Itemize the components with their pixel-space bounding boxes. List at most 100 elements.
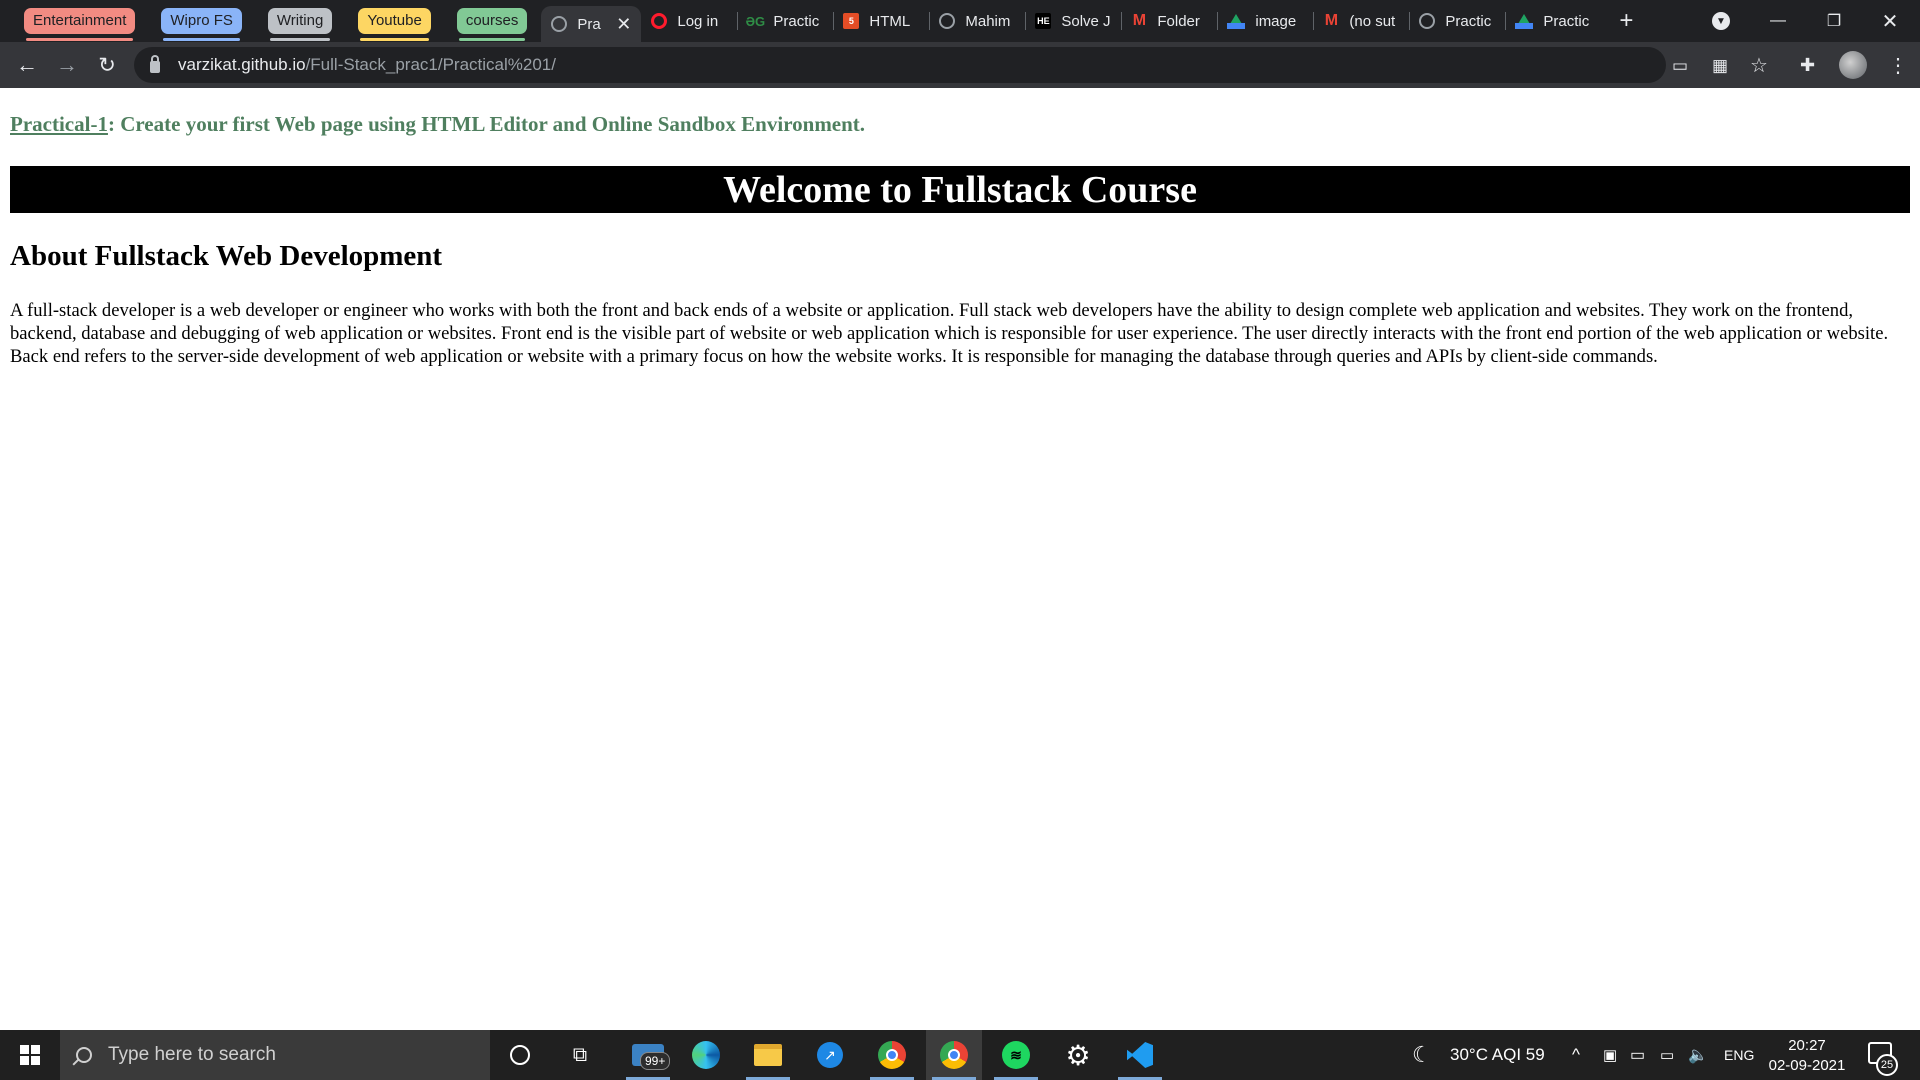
browser-toolbar: ← → ↻ varzikat.github.io/Full-Stack_prac… bbox=[0, 42, 1920, 88]
extensions-icon[interactable]: ✚ bbox=[1800, 42, 1815, 88]
notification-count: 25 bbox=[1876, 1054, 1898, 1076]
tab-solve[interactable]: HE Solve J bbox=[1025, 0, 1121, 42]
file-explorer-app[interactable] bbox=[740, 1030, 796, 1080]
meet-now-icon[interactable]: ▣ bbox=[1603, 1030, 1617, 1080]
globe-icon bbox=[939, 13, 956, 29]
practical-link[interactable]: Practical-1 bbox=[10, 112, 108, 136]
compass-icon: ↗ bbox=[817, 1042, 843, 1068]
page-content: Practical-1: Create your first Web page … bbox=[0, 88, 1920, 1030]
tab-no-subject[interactable]: M (no sut bbox=[1313, 0, 1409, 42]
about-heading: About Fullstack Web Development bbox=[10, 240, 443, 272]
practical-heading: Practical-1: Create your first Web page … bbox=[10, 112, 865, 137]
tab-label: (no sut bbox=[1349, 12, 1396, 30]
tab-image[interactable]: image bbox=[1217, 0, 1313, 42]
google-drive-icon bbox=[1227, 13, 1246, 29]
cortana-button[interactable] bbox=[492, 1030, 548, 1080]
chrome-profile-app[interactable] bbox=[864, 1030, 920, 1080]
google-drive-icon bbox=[1515, 13, 1534, 29]
volume-icon[interactable]: 🔈 bbox=[1688, 1030, 1708, 1080]
tab-label: Mahim bbox=[965, 12, 1011, 30]
tab-practical-2[interactable]: Practic bbox=[1409, 0, 1505, 42]
close-icon[interactable]: ✕ bbox=[616, 14, 631, 35]
weather-icon[interactable]: ☾ bbox=[1412, 1030, 1432, 1080]
cast-icon[interactable]: ▭ bbox=[1672, 56, 1688, 76]
cortana-icon bbox=[510, 1045, 530, 1065]
network-icon[interactable]: ▭ bbox=[1630, 1030, 1645, 1080]
bookmark-star-icon[interactable]: ☆ bbox=[1750, 53, 1768, 78]
mail-app[interactable]: 99+ bbox=[620, 1030, 676, 1080]
tab-label: Practic bbox=[1543, 12, 1590, 30]
reload-button[interactable]: ↻ bbox=[87, 53, 127, 78]
spotify-icon: ≋ bbox=[1002, 1041, 1030, 1069]
qr-code-icon[interactable]: ▦ bbox=[1712, 56, 1728, 76]
vscode-icon bbox=[1127, 1042, 1153, 1068]
tab-label: HTML bbox=[869, 12, 911, 30]
task-view-button[interactable]: ⧉ bbox=[552, 1030, 608, 1080]
edge-icon bbox=[692, 1041, 720, 1069]
search-icon bbox=[76, 1047, 92, 1063]
clock-time: 20:27 bbox=[1788, 1037, 1826, 1054]
edge-app[interactable] bbox=[678, 1030, 734, 1080]
page-title: Welcome to Fullstack Course bbox=[10, 166, 1910, 213]
tab-group-writing[interactable]: Writing bbox=[267, 8, 333, 41]
taskbar-search[interactable]: Type here to search bbox=[60, 1030, 490, 1080]
tab-practical-gfg[interactable]: ƏG Practic bbox=[737, 0, 833, 42]
url-host: varzikat.github.io bbox=[178, 55, 306, 74]
weather-text: 30°C AQI 59 bbox=[1450, 1045, 1545, 1064]
globe-icon bbox=[1419, 13, 1436, 29]
system-clock[interactable]: 20:27 02-09-2021 bbox=[1762, 1036, 1852, 1076]
tab-label: Log in bbox=[677, 12, 719, 30]
tab-active-practical[interactable]: Pra ✕ bbox=[541, 6, 642, 42]
start-button[interactable] bbox=[0, 1030, 60, 1080]
tab-folder[interactable]: M Folder bbox=[1121, 0, 1217, 42]
globe-icon bbox=[551, 16, 568, 32]
lock-icon[interactable] bbox=[150, 55, 160, 73]
tab-strip: Entertainment Wipro FS Writing Youtube c… bbox=[0, 0, 1920, 42]
url-text[interactable]: varzikat.github.io/Full-Stack_prac1/Prac… bbox=[178, 55, 556, 75]
battery-icon[interactable]: ▭ bbox=[1660, 1030, 1674, 1080]
about-paragraph: A full-stack developer is a web develope… bbox=[10, 300, 1889, 367]
opera-icon bbox=[651, 13, 668, 29]
windows-logo-icon bbox=[20, 1045, 40, 1065]
new-tab-button[interactable]: + bbox=[1619, 7, 1633, 35]
chrome-icon bbox=[940, 1041, 968, 1069]
forward-button[interactable]: → bbox=[47, 52, 87, 78]
tab-group-youtube[interactable]: Youtube bbox=[358, 8, 431, 41]
folder-icon bbox=[754, 1044, 782, 1066]
tab-label: Practic bbox=[773, 12, 820, 30]
spotify-app[interactable]: ≋ bbox=[988, 1030, 1044, 1080]
search-placeholder: Type here to search bbox=[108, 1044, 276, 1065]
minimize-button[interactable]: — bbox=[1750, 0, 1806, 42]
tab-search-icon[interactable]: ▼ bbox=[1712, 12, 1730, 30]
show-hidden-icons[interactable]: ^ bbox=[1572, 1030, 1580, 1080]
tab-label: Folder bbox=[1157, 12, 1200, 30]
chrome-app[interactable] bbox=[926, 1030, 982, 1080]
tab-list: Pra ✕ Log in ƏG Practic 5 HTML Mahim HE … bbox=[541, 0, 1633, 42]
language-indicator[interactable]: ENG bbox=[1724, 1030, 1754, 1080]
gmail-icon: M bbox=[1324, 12, 1339, 29]
language-text: ENG bbox=[1724, 1047, 1755, 1063]
tab-html[interactable]: 5 HTML bbox=[833, 0, 929, 42]
profile-avatar[interactable] bbox=[1839, 42, 1867, 88]
tab-group-wipro-fs[interactable]: Wipro FS bbox=[161, 8, 242, 41]
address-bar[interactable]: varzikat.github.io/Full-Stack_prac1/Prac… bbox=[134, 47, 1768, 83]
restore-button[interactable]: ❐ bbox=[1806, 0, 1862, 42]
tab-log-in[interactable]: Log in bbox=[641, 0, 737, 42]
tab-mahim[interactable]: Mahim bbox=[929, 0, 1025, 42]
back-button[interactable]: ← bbox=[7, 52, 47, 78]
close-window-button[interactable]: ✕ bbox=[1862, 0, 1918, 42]
chrome-icon bbox=[878, 1041, 906, 1069]
geeksforgeeks-icon: ƏG bbox=[745, 13, 766, 29]
menu-kebab-icon[interactable]: ⋮ bbox=[1888, 42, 1908, 88]
avatar[interactable] bbox=[1839, 51, 1867, 79]
tab-label: Practic bbox=[1445, 12, 1492, 30]
tab-group-courses[interactable]: courses bbox=[456, 8, 528, 41]
safari-like-app[interactable]: ↗ bbox=[802, 1030, 858, 1080]
tab-group-entertainment[interactable]: Entertainment bbox=[24, 8, 136, 41]
vscode-app[interactable] bbox=[1112, 1030, 1168, 1080]
tab-label: Solve J bbox=[1061, 12, 1111, 30]
weather-widget[interactable]: 30°C AQI 59 bbox=[1450, 1030, 1545, 1080]
mail-badge: 99+ bbox=[640, 1052, 671, 1070]
settings-app[interactable]: ⚙ bbox=[1050, 1030, 1106, 1080]
tab-practical-3[interactable]: Practic bbox=[1505, 0, 1601, 42]
